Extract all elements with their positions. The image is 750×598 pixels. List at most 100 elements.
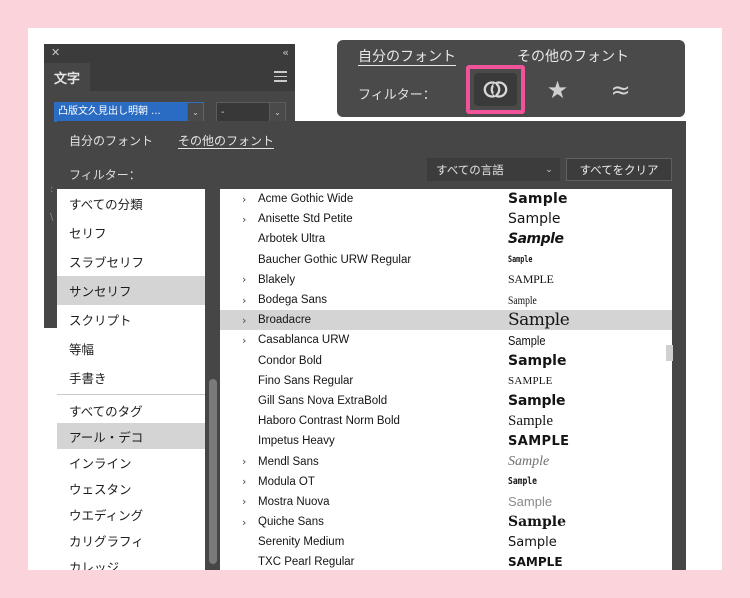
font-sample-preview: Sample (508, 476, 537, 488)
dropdown-tab-other-fonts[interactable]: その他のフォント (178, 132, 274, 149)
creative-cloud-icon (483, 81, 508, 98)
tag-item[interactable]: インライン (57, 449, 205, 475)
font-list-row[interactable]: Haboro Contrast Norm Bold Sample (220, 411, 672, 431)
chevron-down-icon[interactable]: ⌄ (269, 103, 285, 121)
font-list-row[interactable]: Condor Bold Sample (220, 351, 672, 371)
tag-item[interactable]: カリグラフィ (57, 527, 205, 553)
collapse-panel-icon[interactable]: « (282, 47, 289, 59)
clear-all-button[interactable]: すべてをクリア (566, 158, 672, 181)
font-list-row[interactable]: › Quiche Sans Sample (220, 512, 672, 532)
font-name: Mendl Sans (258, 455, 319, 468)
chevron-right-icon[interactable]: › (242, 456, 246, 467)
font-list-row[interactable]: › Blakely SAMPLE (220, 270, 672, 290)
character-panel-titlebar: ✕ « (44, 44, 295, 63)
font-list-row[interactable]: › Mendl Sans Sample (220, 451, 672, 471)
similarity-filter-button[interactable]: ≈ (599, 73, 642, 106)
font-sample-preview: Sample (508, 231, 564, 248)
font-name: Casablanca URW (258, 334, 350, 347)
language-select[interactable]: すべての言語 ⌄ (427, 158, 560, 181)
chevron-down-icon[interactable]: ⌄ (187, 103, 203, 121)
font-name: Serenity Medium (258, 536, 345, 549)
font-list-row[interactable]: Fino Sans Regular SAMPLE (220, 371, 672, 391)
font-family-value: 凸版文久見出し明朝 ... (55, 103, 187, 121)
category-item-label: セリフ (69, 226, 107, 241)
font-sample-preview: Sample (508, 191, 568, 208)
tag-item-label: ウェスタン (69, 481, 132, 497)
font-name: Quiche Sans (258, 516, 324, 529)
font-sample-preview: SAMPLE (508, 272, 554, 287)
star-filter-button[interactable]: ★ (536, 73, 579, 106)
category-item[interactable]: スクリプト (57, 305, 205, 334)
category-item-label: スラブセリフ (69, 255, 145, 270)
close-icon[interactable]: ✕ (51, 47, 60, 59)
font-sample-preview: Sample (508, 310, 570, 331)
tag-item-label: カレッジ (69, 559, 120, 571)
panel-menu-icon[interactable] (274, 71, 287, 82)
category-item-label: すべての分類 (69, 197, 143, 212)
font-list-row[interactable]: › Anisette Std Petite Sample (220, 209, 672, 229)
chevron-right-icon[interactable]: › (242, 335, 246, 346)
font-style-combo[interactable]: - ⌄ (216, 102, 286, 122)
filter-sidebar: すべての分類 セリフスラブセリフ サンセリフスクリプト等幅 手書き すべてのタグ アール… (57, 189, 205, 570)
font-name: Acme Gothic Wide (258, 193, 354, 206)
panel-hidden-label-2: \ (50, 212, 54, 223)
category-item[interactable]: すべての分類 (57, 189, 205, 218)
font-sample-preview: SAMPLE (508, 374, 553, 387)
tag-item-label: インライン (69, 455, 132, 471)
font-list-scrollbar[interactable] (666, 345, 673, 361)
filter-sidebar-scrollbar[interactable] (209, 379, 217, 564)
font-sample-preview: SAMPLE (508, 555, 563, 570)
font-sample-preview: Sample (508, 392, 566, 409)
category-item[interactable]: 等幅 (57, 334, 205, 363)
tag-item-label: ウエディング (69, 507, 144, 523)
font-list-row[interactable]: › Bodega Sans Sample (220, 290, 672, 310)
font-name: TXC Pearl Regular (258, 556, 355, 569)
category-item-label: スクリプト (69, 313, 132, 328)
font-name: Arbotek Ultra (258, 233, 326, 246)
category-item[interactable]: 手書き (57, 363, 205, 392)
font-family-combo[interactable]: 凸版文久見出し明朝 ... ⌄ (54, 102, 204, 122)
chevron-right-icon[interactable]: › (242, 315, 246, 326)
chevron-right-icon[interactable]: › (242, 194, 246, 205)
tag-item[interactable]: アール・デコ (57, 423, 205, 449)
font-list-row[interactable]: Arbotek Ultra Sample (220, 229, 672, 249)
chevron-right-icon[interactable]: › (242, 214, 246, 225)
category-item-label: サンセリフ (69, 284, 132, 299)
chevron-right-icon[interactable]: › (242, 295, 246, 306)
tag-item[interactable]: ウエディング (57, 501, 205, 527)
tab-character[interactable]: 文字 (44, 63, 90, 91)
font-list-row[interactable]: Gill Sans Nova ExtraBold Sample (220, 391, 672, 411)
tag-item-label: カリグラフィ (69, 533, 144, 549)
tag-item[interactable]: カレッジ (57, 553, 205, 571)
font-name: Baucher Gothic URW Regular (258, 253, 412, 266)
font-list-row[interactable]: › Casablanca URW Sample (220, 330, 672, 350)
font-sample-preview: Sample (508, 292, 537, 307)
font-list-row[interactable]: Impetus Heavy SAMPLE (220, 431, 672, 451)
chevron-down-icon: ⌄ (545, 164, 553, 174)
font-list-row[interactable]: › Modula OT Sample (220, 472, 672, 492)
font-name: Anisette Std Petite (258, 213, 353, 226)
chevron-right-icon[interactable]: › (242, 476, 246, 487)
category-item[interactable]: セリフ (57, 218, 205, 247)
dropdown-tab-my-fonts[interactable]: 自分のフォント (69, 132, 153, 149)
category-item[interactable]: スラブセリフ (57, 247, 205, 276)
category-item[interactable]: サンセリフ (57, 276, 205, 305)
font-name: Modula OT (258, 475, 315, 488)
tag-item[interactable]: すべてのタグ (57, 397, 205, 423)
font-list-row[interactable]: › Acme Gothic Wide Sample (220, 189, 672, 209)
font-sample-preview: SAMPLE (508, 433, 570, 449)
category-list: すべての分類 セリフスラブセリフ サンセリフスクリプト等幅 手書き (57, 189, 205, 395)
chevron-right-icon[interactable]: › (242, 496, 246, 507)
font-sample-preview: Sample (508, 412, 553, 429)
font-list-row[interactable]: › Mostra Nuova Sample (220, 492, 672, 512)
tab-other-fonts[interactable]: その他のフォント (517, 46, 629, 66)
tag-item[interactable]: ウェスタン (57, 475, 205, 501)
tab-my-fonts[interactable]: 自分のフォント (358, 46, 456, 66)
font-list-row[interactable]: Serenity Medium Sample (220, 532, 672, 552)
font-list-row[interactable]: › Broadacre Sample (220, 310, 672, 331)
chevron-right-icon[interactable]: › (242, 517, 246, 528)
creative-cloud-filter-button[interactable] (474, 73, 517, 106)
font-list-row[interactable]: TXC Pearl Regular SAMPLE (220, 552, 672, 570)
font-list-row[interactable]: Baucher Gothic URW Regular Sample (220, 250, 672, 270)
chevron-right-icon[interactable]: › (242, 274, 246, 285)
